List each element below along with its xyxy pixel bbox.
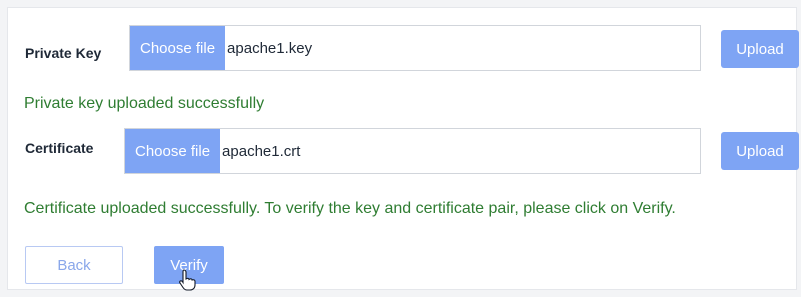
upload-panel: Private Key Choose file apache1.key Uplo… [7,7,799,291]
certificate-file-input[interactable]: Choose file apache1.crt [124,128,701,174]
certificate-label: Certificate [25,140,94,156]
certificate-file-name: apache1.crt [222,142,301,160]
back-button[interactable]: Back [25,246,123,284]
private-key-label: Private Key [25,45,102,61]
private-key-success-message: Private key uploaded successfully [24,95,265,112]
certificate-choose-file-button[interactable]: Choose file [125,129,221,173]
private-key-file-name: apache1.key [227,39,313,57]
private-key-file-input[interactable]: Choose file apache1.key [129,25,701,71]
private-key-upload-button[interactable]: Upload [721,30,799,68]
certificate-upload-button[interactable]: Upload [721,132,799,170]
certificate-success-message: Certificate uploaded successfully. To ve… [24,200,676,217]
hand-cursor-icon [179,269,196,291]
private-key-choose-file-button[interactable]: Choose file [130,26,226,70]
